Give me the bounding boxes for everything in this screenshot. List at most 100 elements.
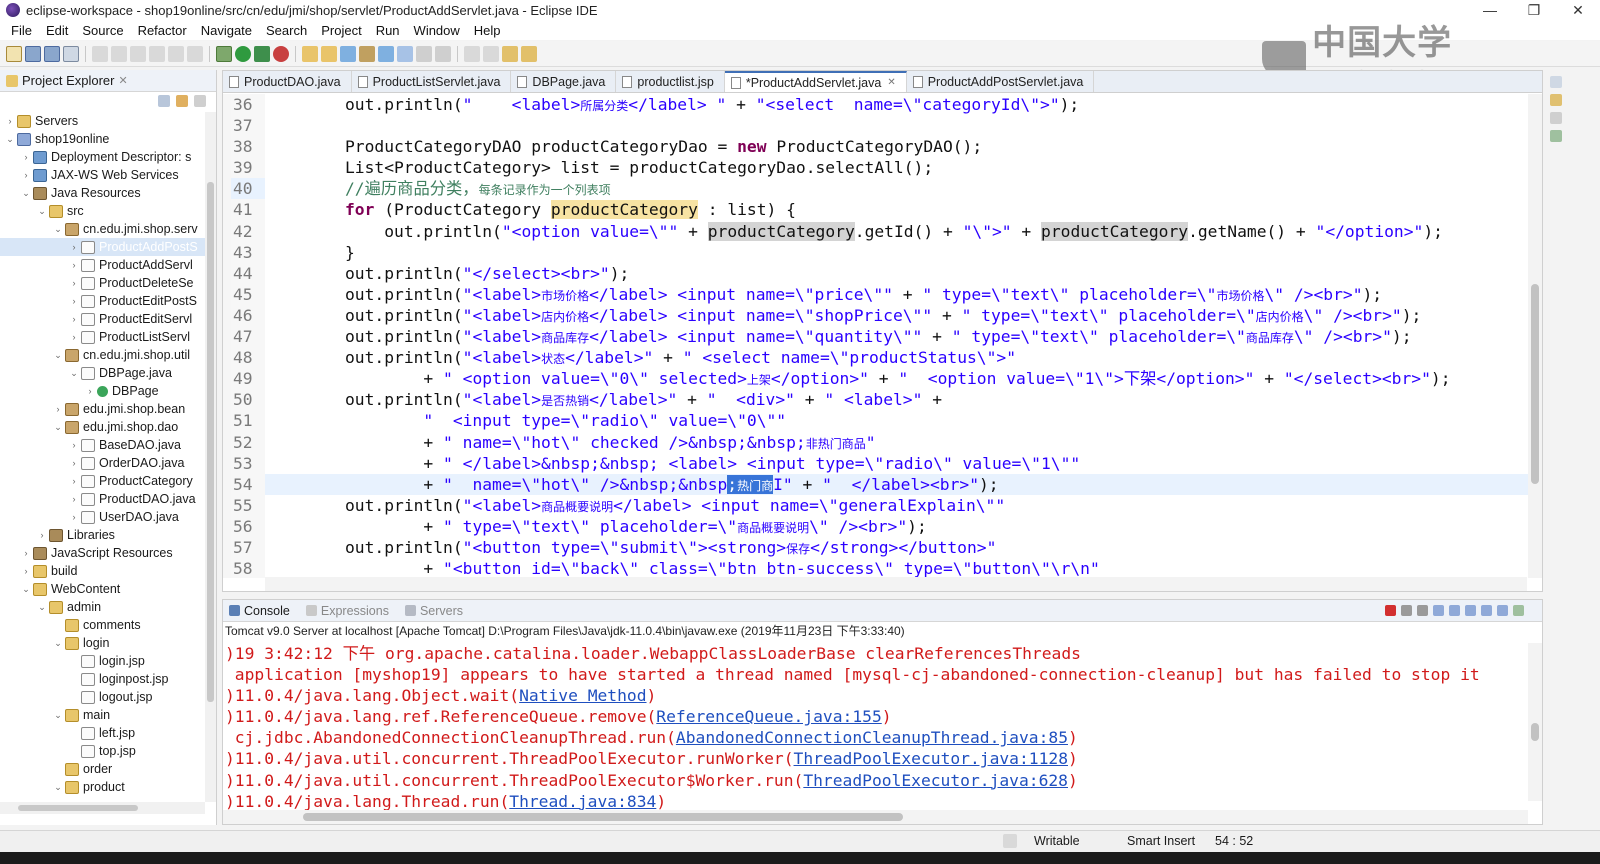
expanded-chevron-icon[interactable]: ⌄ — [4, 134, 16, 145]
link-with-editor-icon[interactable] — [176, 95, 188, 107]
code-line[interactable]: for (ProductCategory productCategory : l… — [265, 199, 1528, 220]
collapsed-chevron-icon[interactable]: › — [20, 566, 32, 576]
tab-console[interactable]: Console — [223, 604, 300, 618]
collapsed-chevron-icon[interactable]: › — [68, 278, 80, 288]
tree-item[interactable]: › ProductAddServl — [0, 256, 205, 274]
collapsed-chevron-icon[interactable]: › — [4, 116, 16, 126]
editor-tab[interactable]: productlist.jsp — [616, 71, 725, 92]
terminate-icon[interactable] — [149, 45, 165, 62]
tree-item[interactable]: › UserDAO.java — [0, 508, 205, 526]
code-area[interactable]: 36 37 38 39 40 41 42 43 44 45 46 47 48 49 50 51 52 53 54 55… — [223, 94, 1528, 578]
tree-item[interactable]: ⌄ shop19online — [0, 130, 205, 148]
save-all-icon[interactable] — [44, 45, 60, 62]
stack-trace-link[interactable]: ReferenceQueue.java:155 — [656, 707, 881, 726]
display-console-icon[interactable] — [1497, 605, 1508, 616]
code-line[interactable]: out.println(" <label>所属分类</label> " + "<… — [265, 94, 1528, 115]
remove-all-icon[interactable] — [1417, 605, 1428, 616]
close-window-button[interactable]: ✕ — [1556, 0, 1600, 20]
code-line[interactable]: out.println("<label>市场价格</label> <input … — [265, 284, 1528, 305]
code-line[interactable]: " <input type=\"radio\" value=\"0\"" — [265, 410, 1528, 431]
expanded-chevron-icon[interactable]: ⌄ — [52, 782, 64, 793]
code-line[interactable]: out.println("<label>是否热销</label>" + " <d… — [265, 389, 1528, 410]
toggle-block-selection-icon[interactable] — [416, 45, 432, 62]
collapsed-chevron-icon[interactable]: › — [68, 494, 80, 504]
tree-item[interactable]: left.jsp — [0, 724, 205, 742]
back-icon[interactable] — [502, 45, 518, 62]
console-horizontal-scrollbar[interactable] — [223, 810, 1528, 824]
tree-item[interactable]: ⌄ admin — [0, 598, 205, 616]
tree-item[interactable]: loginpost.jsp — [0, 670, 205, 688]
stack-trace-link[interactable]: ThreadPoolExecutor.java:1128 — [794, 749, 1068, 768]
collapsed-chevron-icon[interactable]: › — [20, 152, 32, 162]
resume-icon[interactable] — [111, 45, 127, 62]
print-icon[interactable] — [63, 45, 79, 62]
tree-item[interactable]: › ProductEditServl — [0, 310, 205, 328]
collapsed-chevron-icon[interactable]: › — [68, 440, 80, 450]
step-over-icon[interactable] — [187, 45, 203, 62]
menu-navigate[interactable]: Navigate — [194, 23, 259, 38]
expanded-chevron-icon[interactable]: ⌄ — [36, 206, 48, 217]
code-line[interactable]: + "<button id=\"back\" class=\"btn btn-s… — [265, 558, 1528, 578]
scrollbar-thumb[interactable] — [1531, 284, 1539, 484]
scroll-lock-icon[interactable] — [1449, 605, 1460, 616]
next-annotation-icon[interactable] — [464, 45, 480, 62]
code-line[interactable]: out.println("</select><br>"); — [265, 263, 1528, 284]
code-line[interactable]: + " </label>&nbsp;&nbsp; <label> <input … — [265, 453, 1528, 474]
view-menu-icon[interactable] — [194, 95, 206, 107]
code-line[interactable]: out.println("<label>店内价格</label> <input … — [265, 305, 1528, 326]
tree-item[interactable]: › DBPage — [0, 382, 205, 400]
close-tab-icon[interactable]: ✕ — [887, 77, 895, 88]
scrollbar-thumb[interactable] — [303, 813, 903, 821]
tree-item[interactable]: ⌄ Java Resources — [0, 184, 205, 202]
tab-servers[interactable]: Servers — [399, 604, 473, 618]
clear-console-icon[interactable] — [1433, 605, 1444, 616]
editor-tab[interactable]: ProductDAO.java — [223, 71, 352, 92]
code-line[interactable]: List<ProductCategory> list = productCate… — [265, 157, 1528, 178]
terminate-icon[interactable] — [1385, 605, 1396, 616]
tree-item[interactable]: › build — [0, 562, 205, 580]
tree-item[interactable]: › Libraries — [0, 526, 205, 544]
new-icon[interactable] — [6, 45, 22, 62]
tree-item[interactable]: ⌄ edu.jmi.shop.dao — [0, 418, 205, 436]
word-wrap-icon[interactable] — [1465, 605, 1476, 616]
collapsed-chevron-icon[interactable]: › — [68, 314, 80, 324]
show-whitespace-icon[interactable] — [435, 45, 451, 62]
scrollbar-thumb[interactable] — [18, 805, 138, 811]
outline-icon[interactable] — [1550, 76, 1562, 88]
collapsed-chevron-icon[interactable]: › — [20, 548, 32, 558]
stack-trace-link[interactable]: Native Method — [519, 686, 646, 705]
collapsed-chevron-icon[interactable]: › — [68, 260, 80, 270]
tree-item[interactable]: ⌄ main — [0, 706, 205, 724]
suspend-icon[interactable] — [130, 45, 146, 62]
new-class-icon[interactable] — [340, 45, 356, 62]
toggle-mark-occurrences-icon[interactable] — [397, 45, 413, 62]
tree-item[interactable]: › ProductDeleteSe — [0, 274, 205, 292]
collapsed-chevron-icon[interactable]: › — [68, 458, 80, 468]
collapsed-chevron-icon[interactable]: › — [68, 296, 80, 306]
code-line[interactable]: + " type=\"text\" placeholder=\"商品概要说明\"… — [265, 516, 1528, 537]
tree-item[interactable]: › Deployment Descriptor: s — [0, 148, 205, 166]
save-icon[interactable] — [25, 45, 41, 62]
tree-item[interactable]: › ProductAddPostS — [0, 238, 205, 256]
new-java-project-icon[interactable] — [302, 45, 318, 62]
code-line[interactable]: //遍历商品分类，每条记录作为一个列表项 — [265, 178, 1528, 199]
collapsed-chevron-icon[interactable]: › — [20, 170, 32, 180]
menu-file[interactable]: File — [4, 23, 39, 38]
close-view-icon[interactable]: ✕ — [118, 74, 127, 87]
coverage-icon[interactable] — [254, 45, 270, 62]
collapsed-chevron-icon[interactable]: › — [36, 530, 48, 540]
tree-item[interactable]: › ProductDAO.java — [0, 490, 205, 508]
expanded-chevron-icon[interactable]: ⌄ — [52, 710, 64, 721]
code-lines[interactable]: out.println(" <label>所属分类</label> " + "<… — [265, 94, 1528, 578]
forward-icon[interactable] — [521, 45, 537, 62]
previous-annotation-icon[interactable] — [483, 45, 499, 62]
tree-item[interactable]: ⌄ WebContent — [0, 580, 205, 598]
menu-project[interactable]: Project — [314, 23, 368, 38]
expanded-chevron-icon[interactable]: ⌄ — [36, 602, 48, 613]
code-line[interactable]: out.println("<option value=\"" + product… — [265, 221, 1528, 242]
expanded-chevron-icon[interactable]: ⌄ — [52, 350, 64, 361]
expanded-chevron-icon[interactable]: ⌄ — [20, 584, 32, 595]
search-icon[interactable] — [378, 45, 394, 62]
tree-item[interactable]: › OrderDAO.java — [0, 454, 205, 472]
tree-item[interactable]: › BaseDAO.java — [0, 436, 205, 454]
